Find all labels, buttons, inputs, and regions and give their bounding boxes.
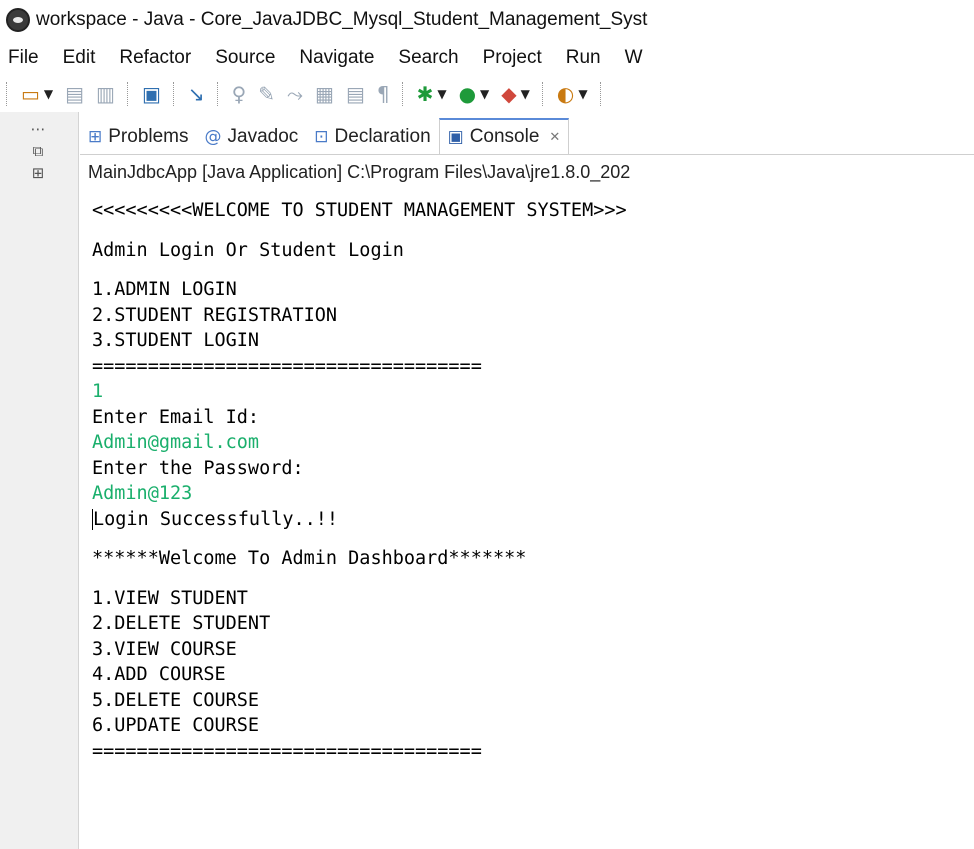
restore-icon[interactable]: ⧉ [4,140,72,162]
show-whitespace-icon[interactable]: ¶ [377,82,390,106]
eclipse-app-icon[interactable] [6,8,30,32]
chevron-down-icon[interactable]: ▼ [480,87,489,101]
save-all-icon[interactable]: ▥ [96,82,115,106]
chevron-down-icon[interactable]: ▼ [437,87,446,101]
console-output-line: 3.STUDENT LOGIN [92,330,260,351]
menu-source[interactable]: Source [203,47,287,69]
console-output-line: 5.DELETE COURSE [92,689,260,711]
tab-label: Problems [108,126,189,147]
chevron-down-icon[interactable]: ▼ [44,87,53,101]
console-output-line: 3.VIEW COURSE [92,638,237,660]
tab-console[interactable]: ▣ Console ✕ [438,118,570,154]
title-bar: workspace - Java - Core_JavaJDBC_Mysql_S… [0,0,974,40]
view-menu-icon[interactable]: ⋯ [4,118,72,140]
run-icon[interactable]: ● ▼ [459,82,490,106]
console-output-line: 2.STUDENT REGISTRATION [92,304,338,326]
minimized-views: ⋯ ⧉ ⊞ [4,118,72,182]
console-output-line: =================================== [92,740,482,762]
console-output-line: Enter Email Id: [92,406,260,428]
step-return-icon[interactable]: ▤ [346,82,365,106]
console-output-line: Enter the Password: [92,457,304,479]
problems-icon: ⊞ [88,127,103,147]
edit-icon[interactable]: ✎ [258,82,275,106]
toolbar-separator [216,82,220,106]
menu-window[interactable]: W [613,47,655,69]
menu-search[interactable]: Search [386,47,470,69]
console-output-line: 6.UPDATE COURSE [92,715,260,736]
tab-label: Console [469,126,540,147]
new-wizard-icon[interactable]: ▭ ▼ [21,82,53,106]
toolbar-separator [541,82,545,106]
console-input-line: 1 [92,381,104,402]
open-type-icon[interactable]: ◐ ▼ [557,82,588,106]
minimized-view-stack: ⋯ ⧉ ⊞ [0,112,79,849]
view-tab-bar: ⊞ Problems @ Javadoc ⊡ Declaration ▣ Con… [80,118,974,155]
menu-file[interactable]: File [0,47,51,69]
declaration-icon: ⊡ [314,127,329,147]
console-icon: ▣ [447,127,464,147]
javadoc-icon: @ [204,127,222,147]
tab-label: Declaration [334,126,431,147]
tab-label: Javadoc [227,126,299,147]
menu-edit[interactable]: Edit [51,47,108,69]
tab-declaration[interactable]: ⊡ Declaration [306,120,438,154]
debug-icon[interactable]: ✱ ▼ [417,82,447,106]
step-into-icon[interactable]: ⤳ [287,82,303,106]
console-output-line: 4.ADD COURSE [92,664,226,685]
chevron-down-icon[interactable]: ▼ [578,87,587,101]
main-toolbar: ▭ ▼ ▤ ▥ ▣ ↘ ♀ ✎ ⤳ ▦ ▤ ¶ ✱ ▼ ● ▼ ◆ ▼ ◐ ▼ [0,76,974,112]
close-icon[interactable]: ✕ [549,129,560,145]
toolbar-separator [126,82,130,106]
console-output[interactable]: <<<<<<<<<WELCOME TO STUDENT MANAGEMENT S… [92,198,974,838]
toolbar-separator [6,82,9,106]
menu-bar: File Edit Refactor Source Navigate Searc… [0,42,974,74]
console-output-line: Login Successfully..!! [92,507,974,533]
menu-navigate[interactable]: Navigate [287,47,386,69]
console-output-line: <<<<<<<<<WELCOME TO STUDENT MANAGEMENT S… [92,200,627,221]
skip-breakpoints-icon[interactable]: ↘ [188,82,205,106]
external-tools-icon[interactable]: ◆ ▼ [501,82,530,106]
console-output-line: Admin Login Or Student Login [92,239,404,261]
window-title: workspace - Java - Core_JavaJDBC_Mysql_S… [36,9,648,30]
console-output-line: 2.DELETE STUDENT [92,613,271,634]
open-console-icon[interactable]: ▣ [142,82,161,106]
step-over-icon[interactable]: ▦ [315,82,334,106]
toolbar-separator [599,82,603,106]
menu-project[interactable]: Project [471,47,554,69]
console-launch-description: MainJdbcApp [Java Application] C:\Progra… [88,162,631,182]
console-output-line: ******Welcome To Admin Dashboard******* [92,548,527,569]
console-input-line: Admin@gmail.com [92,432,260,453]
console-output-line: 1.ADMIN LOGIN [92,279,237,300]
chevron-down-icon[interactable]: ▼ [521,87,530,101]
tab-problems[interactable]: ⊞ Problems [80,120,197,154]
save-icon[interactable]: ▤ [65,82,84,106]
toolbar-separator [172,82,176,106]
tab-javadoc[interactable]: @ Javadoc [197,120,307,154]
hierarchy-view-icon[interactable]: ⊞ [4,162,72,184]
console-line-text: Login Successfully..!! [93,508,339,530]
console-output-line: 1.VIEW STUDENT [92,587,248,609]
console-input-line: Admin@123 [92,483,193,504]
toolbar-separator [401,82,405,106]
console-output-line: =================================== [92,355,482,377]
hint-icon[interactable]: ♀ [232,82,247,106]
menu-run[interactable]: Run [554,47,613,69]
menu-refactor[interactable]: Refactor [107,47,203,69]
